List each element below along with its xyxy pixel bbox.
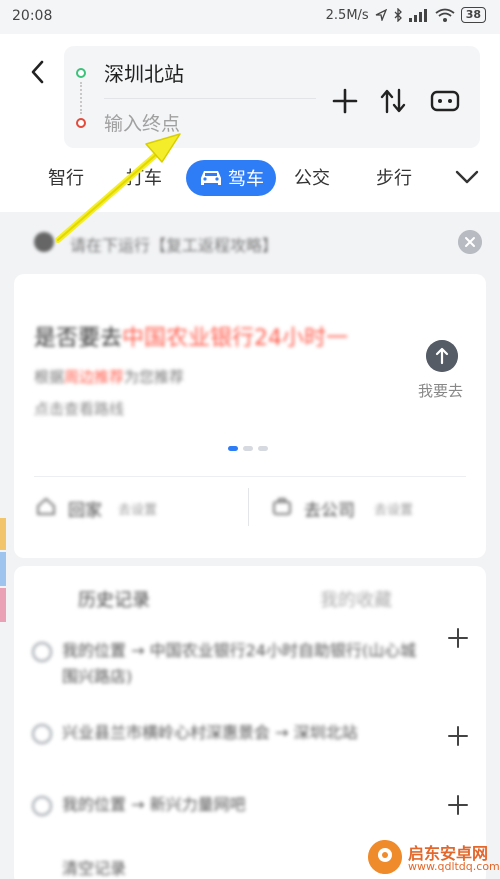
start-dot-icon [76, 68, 86, 78]
carousel-pager [228, 446, 268, 451]
watermark-url: www.qdltdq.com [408, 860, 500, 873]
history-card: 历史记录 我的收藏 我的位置 → 中国农业银行24小时自助银行(山心城围兴路店)… [14, 566, 486, 879]
home-icon [37, 497, 55, 515]
swap-route-icon[interactable] [376, 84, 410, 118]
car-icon [201, 171, 221, 185]
transport-mode-tabs: 智行 打车 驾车 公交 步行 [0, 160, 500, 200]
start-location-field[interactable]: 深圳北站 [104, 58, 184, 87]
promo-hint: 点击查看路线 [34, 400, 125, 418]
add-waypoint-icon[interactable] [328, 84, 362, 118]
side-strip-blue [0, 552, 6, 586]
work-setup-hint: 去设置 [374, 503, 414, 518]
promo-title-prefix: 是否要去 [34, 326, 123, 351]
pager-dot [258, 446, 268, 451]
promo-reason-highlight: 周边推荐 [64, 368, 125, 386]
history-row-text: 我的位置 → 中国农业银行24小时自助银行(山心城围兴路店) [62, 641, 417, 686]
route-separator [104, 98, 316, 99]
notice-icon [34, 232, 54, 252]
signal-icon [408, 9, 427, 22]
home-setup-hint: 去设置 [118, 503, 158, 518]
tab-history[interactable]: 历史记录 [78, 586, 150, 612]
watermark: 启东安卓网 www.qdltdq.com [368, 838, 500, 879]
status-time: 20:08 [12, 8, 53, 24]
go-work-button[interactable]: 去公司 [304, 496, 355, 521]
back-arrow-icon[interactable] [24, 58, 52, 86]
watermark-logo-icon [368, 840, 402, 874]
bluetooth-icon [394, 8, 402, 22]
promo-reason: 根据周边推荐为您推荐 [34, 366, 184, 387]
side-strip-yellow [0, 518, 6, 550]
navigate-arrow-icon[interactable] [426, 340, 458, 372]
promo-reason-suffix: 为您推荐 [124, 368, 185, 386]
tab-walk[interactable]: 步行 [376, 164, 412, 190]
clock-icon [32, 796, 52, 816]
history-row-text: 我的位置 → 新兴力量网吧 [62, 795, 246, 814]
tab-taxi[interactable]: 打车 [126, 164, 162, 190]
history-row-text: 兴业县兰市横岭心村深惠景会 → 深圳北站 [62, 723, 358, 742]
route-input-panel: 深圳北站 [64, 46, 480, 148]
shortcut-divider [248, 488, 249, 526]
go-home-button[interactable]: 回家 [68, 496, 102, 521]
tab-smart[interactable]: 智行 [48, 164, 84, 190]
route-options-icon[interactable] [428, 84, 462, 118]
network-speed: 2.5M/s [325, 7, 369, 23]
card-divider [34, 476, 466, 477]
tab-bus[interactable]: 公交 [294, 164, 330, 190]
route-header: 深圳北站 智行 打车 驾车 公交 步行 [0, 34, 500, 212]
pager-dot-active [228, 446, 238, 451]
go-label[interactable]: 我要去 [418, 380, 463, 401]
recommendation-card: 是否要去中国农业银行24小时一 根据周边推荐为您推荐 点击查看路线 我要去 回家… [14, 274, 486, 558]
route-dotted-line [80, 82, 82, 114]
briefcase-icon [273, 498, 291, 515]
clock-icon [32, 724, 52, 744]
promo-title-highlight: 中国农业银行24小时一 [122, 326, 349, 351]
pager-dot [243, 446, 253, 451]
clock-icon [32, 642, 52, 662]
plus-icon[interactable] [446, 724, 470, 748]
plus-icon[interactable] [446, 626, 470, 650]
battery-indicator: 38 [460, 7, 486, 23]
destination-input[interactable] [104, 108, 304, 140]
tab-drive-label: 驾车 [228, 169, 264, 190]
side-strip-pink [0, 588, 6, 622]
close-icon[interactable] [458, 230, 482, 254]
notice-text: 请在下运行【复工返程攻略】 [70, 236, 279, 255]
tab-favorites[interactable]: 我的收藏 [320, 586, 392, 612]
location-icon [375, 9, 387, 21]
status-bar: 20:08 2.5M/s 38 [0, 0, 500, 34]
chevron-down-icon[interactable] [454, 164, 480, 190]
tab-drive[interactable]: 驾车 [186, 160, 276, 196]
wifi-icon [435, 8, 455, 22]
plus-icon[interactable] [446, 793, 470, 817]
promo-title[interactable]: 是否要去中国农业银行24小时一 [34, 320, 348, 352]
status-icons: 2.5M/s 38 [326, 7, 486, 23]
promo-reason-prefix: 根据 [34, 368, 65, 386]
end-dot-icon [76, 118, 86, 128]
notice-banner[interactable]: 请在下运行【复工返程攻略】 [14, 224, 486, 260]
